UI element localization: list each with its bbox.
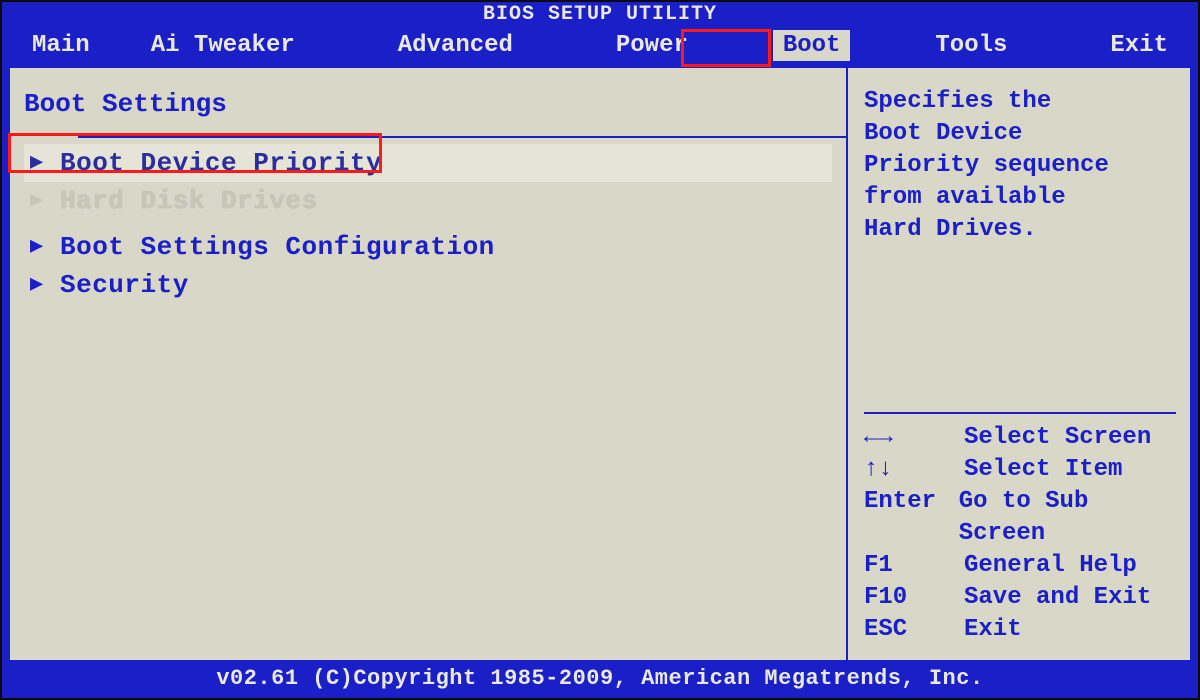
triangle-icon: ▶ [30, 145, 48, 181]
menu-label: Boot Device Priority [60, 145, 382, 181]
key-desc: Save and Exit [964, 582, 1151, 614]
key-row-enter: Enter Go to Sub Screen [864, 486, 1176, 550]
key-name: F10 [864, 582, 956, 614]
menu-hard-disk-drives[interactable]: ▶ Hard Disk Drives [24, 182, 832, 220]
body: Boot Settings ▶ Boot Device Priority ▶ H… [8, 66, 1192, 662]
section-title: Boot Settings [24, 86, 832, 122]
help-line: Priority sequence [864, 150, 1176, 182]
key-help: ←→ Select Screen ↑↓ Select Item Enter Go… [864, 412, 1176, 646]
key-name: ↑↓ [864, 454, 956, 486]
triangle-icon: ▶ [30, 229, 48, 265]
key-row-f10: F10 Save and Exit [864, 582, 1176, 614]
left-pane: Boot Settings ▶ Boot Device Priority ▶ H… [10, 68, 846, 660]
tab-power[interactable]: Power [598, 30, 706, 61]
triangle-icon: ▶ [30, 183, 48, 219]
key-desc: Select Screen [964, 422, 1151, 454]
key-row-select-screen: ←→ Select Screen [864, 422, 1176, 454]
key-name: F1 [864, 550, 956, 582]
right-pane: Specifies the Boot Device Priority seque… [846, 68, 1190, 660]
menu-label: Security [60, 267, 189, 303]
triangle-icon: ▶ [30, 267, 48, 303]
tab-advanced[interactable]: Advanced [380, 30, 531, 61]
tab-ai-tweaker[interactable]: Ai Tweaker [133, 30, 313, 61]
menu-label: Boot Settings Configuration [60, 229, 495, 265]
menu-boot-device-priority[interactable]: ▶ Boot Device Priority [24, 144, 832, 182]
key-desc: Go to Sub Screen [959, 486, 1176, 550]
help-line: Specifies the [864, 86, 1176, 118]
help-line: from available [864, 182, 1176, 214]
footer-copyright: v02.61 (C)Copyright 1985-2009, American … [8, 664, 1192, 694]
menu-security[interactable]: ▶ Security [24, 266, 832, 304]
key-row-f1: F1 General Help [864, 550, 1176, 582]
key-desc: General Help [964, 550, 1137, 582]
key-name: ←→ [864, 422, 956, 454]
tab-exit[interactable]: Exit [1092, 30, 1186, 61]
help-line: Boot Device [864, 118, 1176, 150]
bios-title: BIOS SETUP UTILITY [4, 4, 1196, 26]
key-row-select-item: ↑↓ Select Item [864, 454, 1176, 486]
help-text: Specifies the Boot Device Priority seque… [864, 86, 1176, 412]
tab-boot[interactable]: Boot [773, 30, 851, 61]
menu-boot-settings-config[interactable]: ▶ Boot Settings Configuration [24, 228, 832, 266]
key-name: Enter [864, 486, 951, 550]
tab-bar: Main Ai Tweaker Advanced Power Boot Tool… [4, 26, 1196, 64]
help-line: Hard Drives. [864, 214, 1176, 246]
tab-tools[interactable]: Tools [917, 30, 1025, 61]
key-desc: Select Item [964, 454, 1122, 486]
divider [78, 136, 846, 138]
menu-label: Hard Disk Drives [60, 183, 318, 219]
key-name: ESC [864, 614, 956, 646]
key-row-esc: ESC Exit [864, 614, 1176, 646]
key-desc: Exit [964, 614, 1022, 646]
tab-main[interactable]: Main [14, 30, 108, 61]
